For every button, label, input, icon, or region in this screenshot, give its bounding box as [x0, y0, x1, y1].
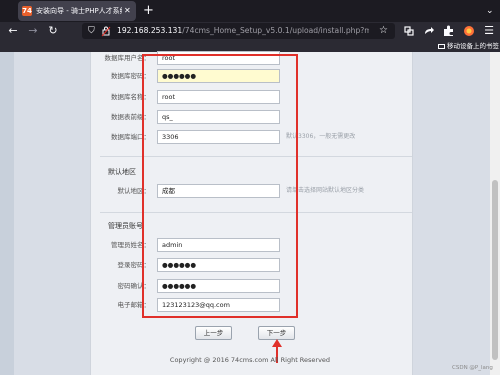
prev-step-button[interactable]: 上一步	[195, 326, 232, 340]
db-username-label: 数据库用户名：	[104, 54, 151, 62]
db-prefix-label: 数据表前缀：	[111, 113, 150, 121]
db-name-label: 数据库名称：	[111, 93, 150, 101]
page-left-strip	[0, 52, 14, 375]
tab-install-wizard[interactable]: 74 安装向导 - 骑士PHP人才系统 ✕	[18, 1, 136, 21]
page-scrollbar[interactable]	[490, 52, 500, 375]
admin-email-label: 电子邮箱：	[117, 301, 151, 309]
url-host: 192.168.253.131	[117, 26, 183, 35]
source-watermark: CSDN @P_lang	[452, 365, 493, 371]
back-icon[interactable]: ←	[6, 24, 20, 38]
tracking-shield-icon[interactable]: ⛉	[88, 25, 98, 37]
tab-title: 安装向导 - 骑士PHP人才系统	[36, 7, 122, 15]
extensions-icon[interactable]	[442, 24, 456, 38]
folder-icon	[438, 43, 445, 49]
region-section-title: 默认地区	[108, 168, 136, 176]
db-password-label: 数据库密码：	[111, 72, 150, 80]
url-text[interactable]: 192.168.253.131/74cms_Home_Setup_v5.0.1/…	[117, 25, 369, 37]
collections-icon[interactable]	[402, 24, 416, 38]
navigation-toolbar: ← → ↻ ⛉ 192.168.253.131/74cms_Home_Setup…	[0, 22, 500, 40]
mobile-bookmarks-label: 移动设备上的书签	[447, 42, 499, 50]
tab-bar: 74 安装向导 - 骑士PHP人才系统 ✕ + ⌄	[0, 0, 500, 22]
new-tab-icon[interactable]: +	[143, 4, 155, 18]
reload-icon[interactable]: ↻	[46, 24, 60, 38]
site-favicon-icon: 74	[22, 6, 32, 16]
annotation-highlight-box	[142, 54, 298, 318]
page-footer: Copyright @ 2016 74cms.com All Right Res…	[169, 356, 331, 364]
scrollbar-thumb[interactable]	[492, 180, 498, 360]
menu-icon[interactable]: ☰	[482, 24, 496, 38]
share-icon[interactable]	[422, 24, 436, 38]
firefox-account-icon[interactable]	[462, 24, 476, 38]
insecure-lock-icon[interactable]	[101, 25, 111, 37]
url-path: /74cms_Home_Setup_v5.0.1/upload/install.…	[182, 26, 369, 35]
admin-password-confirm-label: 密码确认：	[117, 282, 151, 290]
tab-list-icon[interactable]: ⌄	[486, 4, 496, 18]
bookmark-star-icon[interactable]: ☆	[379, 25, 391, 37]
forward-icon[interactable]: →	[26, 24, 40, 38]
admin-section-title: 管理员账号	[108, 222, 143, 230]
address-bar[interactable]: ⛉ 192.168.253.131/74cms_Home_Setup_v5.0.…	[82, 23, 395, 39]
db-port-label: 数据库端口：	[111, 133, 150, 141]
region-label: 默认地区：	[117, 187, 151, 195]
admin-name-label: 管理员姓名：	[111, 241, 150, 249]
admin-password-label: 登录密码：	[117, 261, 151, 269]
next-step-button[interactable]: 下一步	[258, 326, 295, 340]
close-tab-icon[interactable]: ✕	[124, 5, 134, 17]
mobile-bookmarks-folder[interactable]: 移动设备上的书签	[438, 40, 499, 52]
